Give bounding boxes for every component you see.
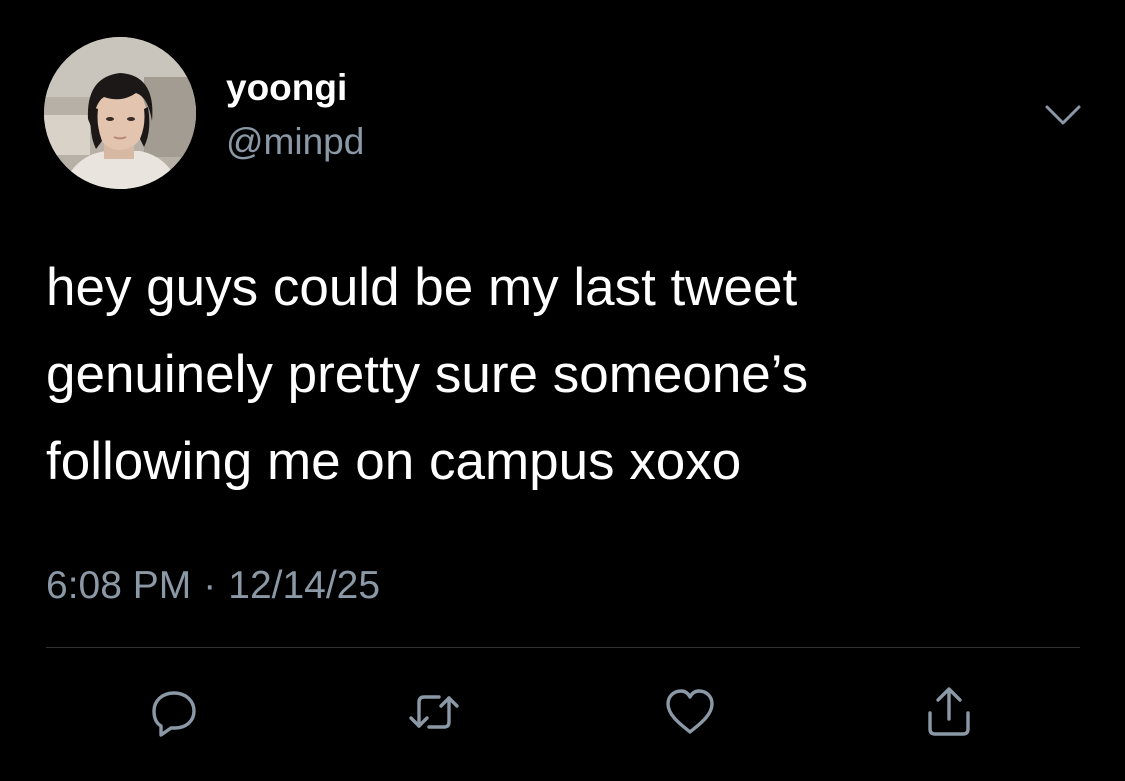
chevron-down-icon[interactable] — [1041, 99, 1085, 131]
reply-button[interactable] — [145, 683, 203, 741]
tweet-date: 12/14/25 — [228, 564, 381, 607]
tweet-text-line: genuinely pretty sure someone’s — [46, 345, 809, 404]
tweet-text: hey guys could be my last tweet genuinel… — [46, 244, 1086, 505]
retweet-button[interactable] — [405, 683, 463, 741]
avatar-photo — [44, 37, 196, 189]
share-icon — [928, 687, 970, 736]
tweet-text-line: following me on campus xoxo — [46, 432, 742, 491]
display-name[interactable]: yoongi — [226, 66, 347, 110]
tweet-card: yoongi @minpd hey guys could be my last … — [0, 0, 1125, 781]
tweet-time: 6:08 PM — [46, 564, 192, 607]
like-button[interactable] — [661, 683, 719, 741]
heart-icon — [666, 689, 714, 734]
reply-icon — [152, 691, 196, 737]
divider — [46, 647, 1080, 648]
avatar[interactable] — [44, 37, 196, 189]
meta-separator: · — [203, 564, 217, 607]
user-handle[interactable]: @minpd — [226, 120, 364, 164]
share-button[interactable] — [920, 683, 978, 741]
retweet-icon — [409, 695, 459, 729]
tweet-text-line: hey guys could be my last tweet — [46, 258, 798, 317]
tweet-timestamp[interactable]: 6:08 PM · 12/14/25 — [46, 562, 380, 610]
